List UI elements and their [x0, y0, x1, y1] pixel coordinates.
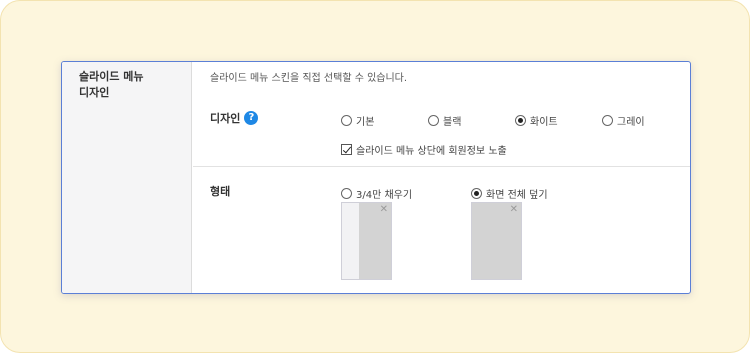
section-content: 슬라이드 메뉴 스킨을 직접 선택할 수 있습니다. 디자인 ? 기본 블랙 화…	[193, 62, 690, 293]
layout-label-row: 형태	[210, 183, 230, 199]
design-option-label: 그레이	[617, 117, 645, 128]
layout-option-label: 화면 전체 덮기	[486, 190, 548, 201]
row-divider	[193, 166, 690, 167]
design-option-black[interactable]: 블랙	[428, 113, 461, 128]
layout-preview-full-screen[interactable]: ✕	[471, 202, 522, 280]
radio-selected-icon[interactable]	[515, 115, 526, 126]
settings-panel: 슬라이드 메뉴 디자인 슬라이드 메뉴 스킨을 직접 선택할 수 있습니다. 디…	[61, 61, 691, 294]
design-option-gray[interactable]: 그레이	[602, 113, 645, 128]
close-icon: ✕	[509, 204, 518, 215]
design-option-label: 기본	[356, 117, 375, 128]
design-option-white[interactable]: 화이트	[515, 113, 558, 128]
show-member-info-option[interactable]: 슬라이드 메뉴 상단에 회원정보 노출	[341, 142, 507, 157]
layout-label: 형태	[210, 185, 231, 198]
layout-option-three-quarter[interactable]: 3/4만 채우기	[341, 186, 412, 201]
radio-icon[interactable]	[341, 115, 352, 126]
layout-option-full-screen[interactable]: 화면 전체 덮기	[471, 186, 548, 201]
radio-icon[interactable]	[602, 115, 613, 126]
design-option-label: 화이트	[530, 117, 558, 128]
layout-option-label: 3/4만 채우기	[356, 190, 413, 201]
radio-selected-icon[interactable]	[471, 188, 482, 199]
radio-icon[interactable]	[341, 188, 352, 199]
checkbox-checked-icon[interactable]	[341, 144, 352, 155]
layout-preview-three-quarter[interactable]: ✕	[341, 202, 392, 280]
design-label: 디자인	[210, 112, 241, 125]
radio-icon[interactable]	[428, 115, 439, 126]
close-icon: ✕	[379, 204, 388, 215]
section-title-line2: 디자인	[79, 86, 110, 99]
help-icon[interactable]: ?	[244, 111, 259, 125]
page-background: 슬라이드 메뉴 디자인 슬라이드 메뉴 스킨을 직접 선택할 수 있습니다. 디…	[0, 0, 750, 353]
design-label-row: 디자인 ?	[210, 110, 259, 126]
section-title: 슬라이드 메뉴 디자인	[79, 69, 179, 101]
section-description: 슬라이드 메뉴 스킨을 직접 선택할 수 있습니다.	[210, 73, 408, 84]
section-title-line1: 슬라이드 메뉴	[79, 70, 144, 83]
design-option-label: 블랙	[443, 117, 462, 128]
design-option-basic[interactable]: 기본	[341, 113, 374, 128]
show-member-info-label: 슬라이드 메뉴 상단에 회원정보 노출	[356, 146, 507, 157]
section-sidebar: 슬라이드 메뉴 디자인	[62, 62, 192, 293]
